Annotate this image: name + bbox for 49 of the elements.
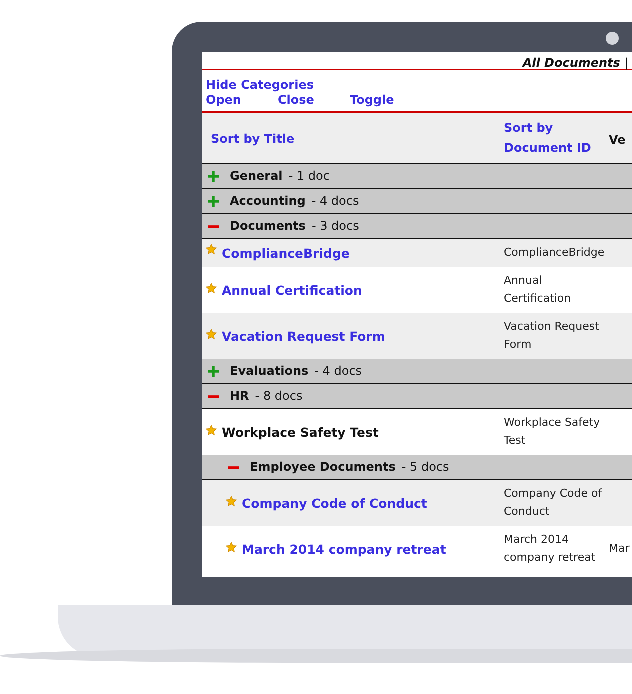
category-name: Employee Documents [250, 460, 396, 474]
category-name: General [230, 169, 283, 183]
doc-count: - 4 docs [314, 364, 362, 378]
sort-title-link[interactable]: Sort by Title [211, 132, 295, 146]
plus-icon[interactable] [208, 366, 219, 376]
document-id: Company Code of Conduct [504, 486, 604, 520]
star-icon [226, 496, 237, 506]
column-header: Ve [609, 132, 626, 146]
category-row[interactable]: Evaluations - 4 docs [202, 359, 632, 384]
document-id: Workplace Safety Test [504, 415, 602, 449]
document-link[interactable]: March 2014 company retreat [242, 542, 446, 556]
document-link[interactable]: Annual Certification [222, 282, 362, 298]
doc-count: - 4 docs [312, 194, 360, 208]
camera-icon [606, 32, 619, 45]
action-link[interactable]: Open [206, 93, 278, 107]
star-icon [226, 542, 237, 552]
plus-icon[interactable] [208, 170, 219, 182]
document-id: Vacation Request Form [504, 319, 600, 353]
doc-count: - 3 docs [312, 219, 360, 233]
star-icon [206, 282, 217, 294]
star-icon [206, 328, 217, 340]
category-row[interactable]: Accounting - 4 docs [202, 189, 632, 214]
document-link[interactable]: Workplace Safety Test [222, 424, 379, 440]
view-title[interactable]: All Documents | [522, 56, 629, 70]
sort-id-link[interactable]: Sort by Document ID [504, 118, 599, 158]
document-id: ComplianceBridge [504, 245, 606, 261]
category-name: HR [230, 389, 250, 403]
action-link[interactable]: Close [278, 93, 350, 107]
star-icon [206, 424, 217, 436]
action-link[interactable]: Toggle [350, 93, 422, 107]
category-row[interactable]: Employee Documents - 5 docs [202, 455, 632, 480]
doc-count: - 1 doc [288, 169, 330, 183]
doc-count: - 8 docs [255, 389, 303, 403]
category-name: Evaluations [230, 364, 309, 378]
document-link[interactable]: ComplianceBridge [222, 246, 350, 260]
table-cell-text: Mar [609, 541, 630, 557]
document-link[interactable]: Vacation Request Form [222, 328, 386, 344]
hide-categories-link[interactable]: Hide Categories [206, 78, 314, 92]
doc-count: - 5 docs [402, 460, 450, 474]
document-id: March 2014 company retreat [504, 532, 597, 566]
document-link[interactable]: Company Code of Conduct [242, 496, 428, 510]
star-icon [206, 244, 217, 254]
category-row[interactable]: General - 1 doc [202, 164, 632, 189]
category-name: Accounting [230, 194, 306, 208]
category-row[interactable]: Documents - 3 docs [202, 214, 632, 239]
category-row[interactable]: HR - 8 docs [202, 384, 632, 409]
document-id: Annual Certification [504, 273, 572, 307]
category-name: Documents [230, 219, 306, 233]
plus-icon[interactable] [208, 196, 219, 206]
